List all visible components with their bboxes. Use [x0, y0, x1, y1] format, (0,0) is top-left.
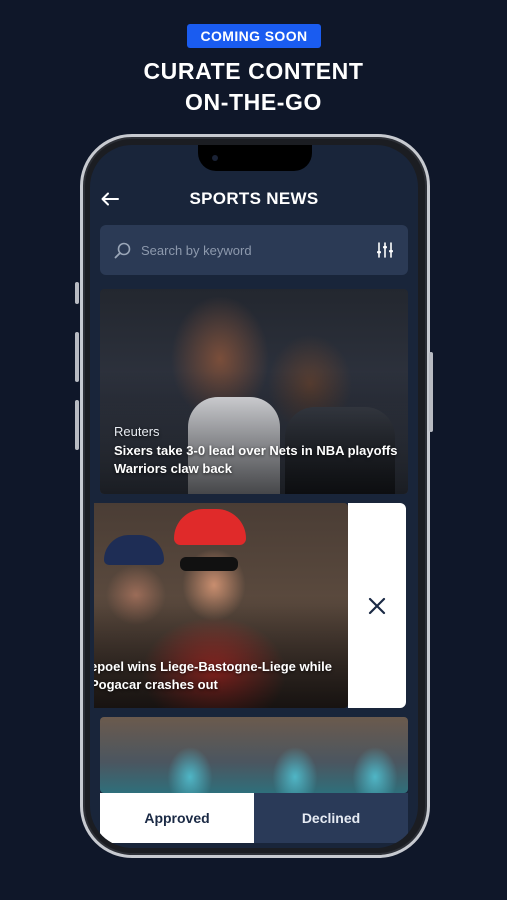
- phone-mute-switch: [75, 282, 79, 304]
- phone-volume-up: [75, 332, 79, 382]
- search-input[interactable]: [139, 241, 374, 259]
- sliders-icon: [377, 242, 393, 258]
- filter-button[interactable]: [374, 239, 396, 261]
- notch: [198, 145, 312, 171]
- tab-approved[interactable]: Approved: [100, 793, 254, 843]
- news-card-cycling[interactable]: epoel wins Liege-Bastogne-Liege while Po…: [94, 503, 348, 708]
- phone-volume-down: [75, 400, 79, 450]
- tab-declined[interactable]: Declined: [254, 793, 408, 843]
- news-card-basketball[interactable]: Reuters Sixers take 3-0 lead over Nets i…: [100, 289, 408, 494]
- close-icon: [368, 597, 386, 614]
- decline-swipe-button[interactable]: [348, 503, 406, 708]
- search-bar: [100, 225, 408, 275]
- news-card-football[interactable]: [100, 717, 408, 793]
- camera: [212, 155, 218, 161]
- page-title: SPORTS NEWS: [189, 189, 319, 208]
- card-source: Reuters: [114, 424, 160, 439]
- coming-soon-badge: COMING SOON: [187, 24, 321, 48]
- search-icon: [114, 242, 131, 258]
- status-tabs: Approved Declined: [100, 793, 408, 843]
- card-text: epoel wins Liege-Bastogne-Liege while Po…: [94, 658, 338, 694]
- card-text: Reuters Sixers take 3-0 lead over Nets i…: [114, 424, 398, 478]
- card-title: Sixers take 3-0 lead over Nets in NBA pl…: [114, 443, 398, 476]
- card-title: epoel wins Liege-Bastogne-Liege while Po…: [94, 659, 332, 692]
- phone-power-button: [429, 352, 433, 432]
- phone-screen: SPORTS NEWS Reuters Sixe: [90, 145, 418, 848]
- promo-headline-line1: CURATE CONTENT: [143, 58, 364, 84]
- promo-headline-line2: ON-THE-GO: [185, 89, 322, 115]
